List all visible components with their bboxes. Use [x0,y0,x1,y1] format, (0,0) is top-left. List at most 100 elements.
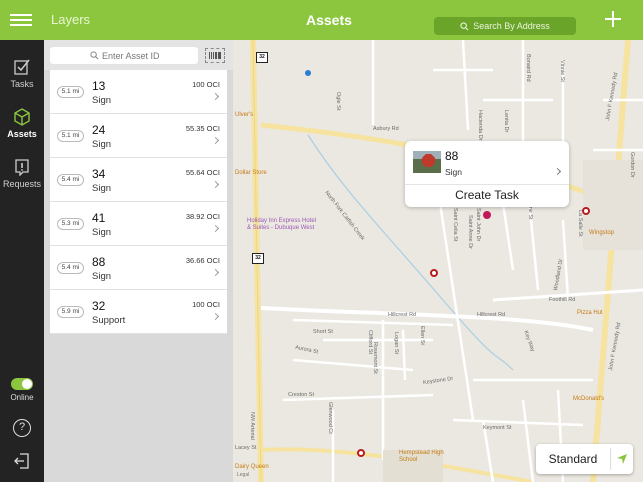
asset-id-placeholder: Enter Asset ID [102,50,160,61]
street-label: Asbury Rd [373,126,399,132]
search-icon [460,21,469,30]
street-label: Gordon Dr [629,152,635,178]
asset-list: 5.1 mi 13 Sign 100 OCI 5.1 mi 24 Sign 55… [50,70,227,334]
sidebar-item-label: Assets [7,129,37,139]
menu-icon[interactable] [10,10,32,30]
search-icon [90,51,99,60]
chevron-right-icon [211,268,220,277]
sidebar-item-label: Tasks [10,79,34,89]
street-label: Glenwood Ct [327,402,333,434]
address-search-input[interactable]: Search By Address [434,17,576,35]
logout-icon[interactable] [13,452,31,470]
help-icon[interactable]: ? [13,419,31,437]
list-item[interactable]: 5.1 mi 24 Sign 55.35 OCI [50,114,227,158]
chevron-right-icon [211,92,220,101]
route-shield: 32 [252,253,264,264]
cube-icon [14,108,30,126]
street-label: Hillcrest Rd [388,312,417,318]
asset-id: 88 [92,255,106,269]
layers-button[interactable]: Layers [51,12,90,27]
location-arrow-icon[interactable] [616,453,628,465]
online-toggle[interactable] [11,378,33,390]
street-label: Saint John Dr [475,208,481,242]
asset-oci: 55.35 OCI [185,124,220,133]
asset-callout[interactable]: 88 Sign Create Task [405,141,569,207]
distance-badge: 5.4 mi [57,174,84,186]
chevron-right-icon [553,167,562,176]
asset-id: 13 [92,79,106,93]
asset-oci: 55.64 OCI [185,168,220,177]
street-label: Foothill Rd [549,297,576,303]
create-task-button[interactable]: Create Task [405,188,569,202]
street-label: Hacienda Dr [477,110,483,141]
asset-oci: 100 OCI [192,300,220,309]
asset-oci: 38.92 OCI [185,212,220,221]
callout-asset-type: Sign [445,167,463,177]
asset-id: 32 [92,299,106,313]
asset-type: Sign [92,183,112,194]
add-icon[interactable] [604,10,622,28]
street-label: Logan St [393,332,399,355]
poi-label: Pizza Hut [577,310,603,316]
poi-label: Wingstop [589,230,615,236]
street-label: Lacey St [235,445,257,451]
asset-marker[interactable] [582,207,590,215]
list-item[interactable]: 5.1 mi 13 Sign 100 OCI [50,70,227,114]
poi-label: Dollar Store [235,170,267,176]
list-item[interactable]: 5.4 mi 88 Sign 36.66 OCI [50,246,227,290]
legal-link[interactable]: Legal [237,472,249,478]
sidebar: Tasks Assets Requests Online ? [0,40,44,482]
distance-badge: 5.1 mi [57,130,84,142]
selected-asset-marker[interactable] [483,211,491,219]
distance-badge: 5.4 mi [57,262,84,274]
street-label: La Salle St [577,210,583,237]
asset-type: Sign [92,139,112,150]
sidebar-item-assets[interactable]: Assets [0,100,44,148]
sidebar-item-requests[interactable]: Requests [0,150,44,198]
divider [610,448,611,470]
toggle-knob [22,379,32,389]
street-label: Short St [313,329,333,335]
asset-id-input[interactable]: Enter Asset ID [50,47,198,64]
poi-label: Holiday Inn Express Hotel & Suites - Dub… [247,218,317,231]
asset-id: 34 [92,167,106,181]
asset-id: 41 [92,211,106,225]
street-label: Vinnie St [559,60,565,82]
location-dot [305,70,311,76]
street-label: Saint Anne Dr [467,215,473,249]
page-title: Assets [306,12,352,28]
distance-badge: 5.9 mi [57,306,84,318]
route-shield: 32 [256,52,268,63]
chevron-right-icon [211,180,220,189]
street-label: NW Arterial [249,412,255,440]
asset-id: 24 [92,123,106,137]
list-item[interactable]: 5.4 mi 34 Sign 55.64 OCI [50,158,227,202]
street-label: Hillcrest Rd [477,312,506,318]
divider [405,184,569,185]
sidebar-item-label: Requests [2,179,42,189]
map-type-control: Standard [536,444,633,474]
asset-marker[interactable] [430,269,438,277]
online-label: Online [10,393,34,402]
sidebar-item-tasks[interactable]: Tasks [0,50,44,98]
street-label: Creston St [288,392,314,398]
chevron-right-icon [211,312,220,321]
map-type-button[interactable]: Standard [536,444,610,474]
list-item[interactable]: 5.3 mi 41 Sign 38.92 OCI [50,202,227,246]
distance-badge: 5.1 mi [57,86,84,98]
asset-marker[interactable] [357,449,365,457]
poi-label: Hempstead High School [399,450,444,463]
top-bar: Layers Assets Search By Address [0,0,643,40]
map-view[interactable]: Asbury Rd Hillcrest Rd Hillcrest Rd Shor… [233,40,643,482]
poi-label: McDonald's [573,396,605,402]
street-label: Ellen St [419,326,425,345]
callout-asset-id: 88 [445,149,459,163]
asset-type: Sign [92,271,112,282]
barcode-scan-icon[interactable] [205,48,225,63]
alert-notice-icon [15,159,29,176]
list-item[interactable]: 5.9 mi 32 Support 100 OCI [50,290,227,334]
street-label: Lenita Dr [503,110,509,133]
asset-search-row: Enter Asset ID [44,40,233,70]
street-label: Keymont St [483,425,512,431]
asset-type: Sign [92,227,112,238]
